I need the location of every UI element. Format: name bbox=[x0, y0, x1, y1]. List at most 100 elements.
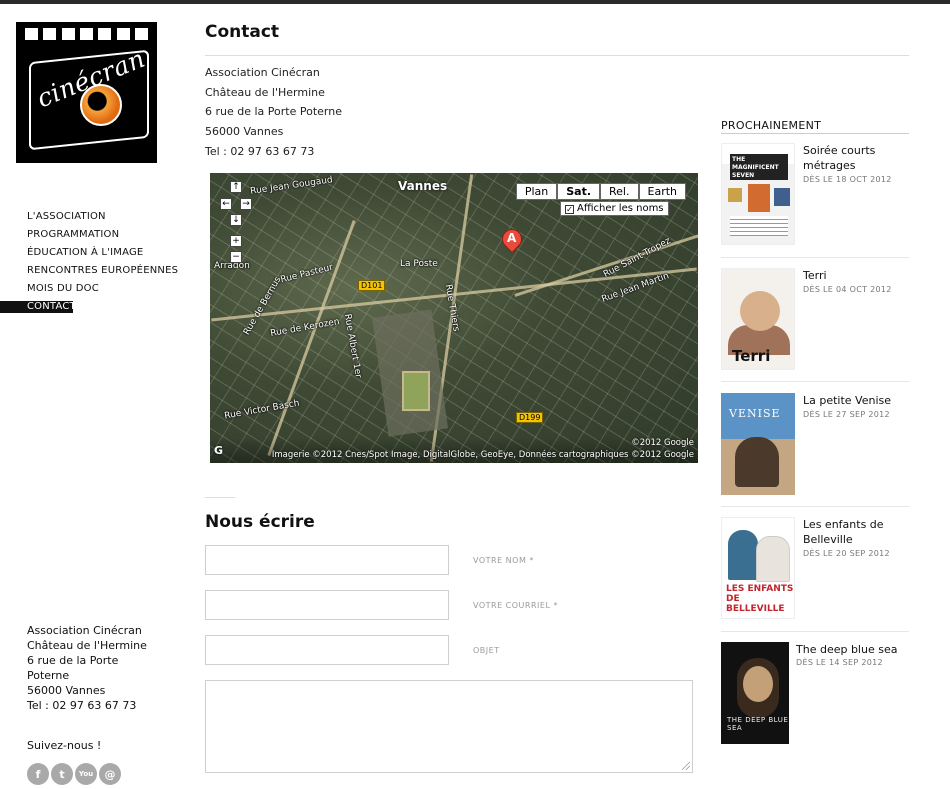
nav-item-programmation[interactable]: PROGRAMMATION bbox=[0, 226, 190, 244]
pan-left-icon[interactable]: ← bbox=[220, 198, 232, 210]
upcoming-divider bbox=[721, 133, 909, 134]
map-street-label: Rue Pasteur bbox=[279, 262, 335, 286]
map-type-selector: Plan Sat. Rel. Earth bbox=[515, 183, 686, 200]
follow-us-label: Suivez-nous ! bbox=[27, 739, 102, 752]
film-date: DÈS LE 20 SEP 2012 bbox=[803, 549, 890, 558]
nav-item-rencontres[interactable]: RENCONTRES EUROPÉENNES bbox=[0, 262, 190, 280]
social-links: f t You @ bbox=[27, 763, 121, 785]
nav-item-mois-du-doc[interactable]: MOIS DU DOC bbox=[0, 280, 190, 298]
sidebar-address-line: Tel : 02 97 63 67 73 bbox=[27, 699, 137, 712]
poster-title: VENISE bbox=[729, 407, 781, 420]
title-divider bbox=[205, 55, 909, 56]
film-poster[interactable]: THE DEEP BLUE SEA bbox=[721, 642, 789, 744]
map-road bbox=[267, 220, 356, 456]
film-date: DÈS LE 14 SEP 2012 bbox=[796, 658, 883, 667]
film-title[interactable]: La petite Venise bbox=[803, 393, 909, 408]
address-line: 6 rue de la Porte Poterne bbox=[205, 105, 342, 119]
film-poster[interactable]: THE MAGNIFICENT SEVEN bbox=[721, 143, 795, 245]
map-type-relief[interactable]: Rel. bbox=[600, 183, 639, 200]
film-poster[interactable]: Terri bbox=[721, 268, 795, 370]
film-strip-holes bbox=[16, 28, 157, 42]
pan-up-icon[interactable]: ↑ bbox=[230, 181, 242, 193]
twitter-icon[interactable]: t bbox=[51, 763, 73, 785]
sidebar-address: Association Cinécran Château de l'Hermin… bbox=[27, 623, 177, 713]
cinecran-logo[interactable]: cinécran bbox=[16, 22, 157, 163]
road-shield: D199 bbox=[516, 412, 544, 423]
zoom-in-icon[interactable]: + bbox=[230, 235, 242, 247]
film-date: DÈS LE 18 OCT 2012 bbox=[803, 175, 892, 184]
page-title: Contact bbox=[205, 22, 280, 42]
email-label: VOTRE COURRIEL * bbox=[473, 601, 558, 610]
message-textarea[interactable] bbox=[205, 680, 693, 773]
contact-address: Association Cinécran Château de l'Hermin… bbox=[205, 63, 342, 162]
poster-title: THE DEEP BLUE SEA bbox=[727, 716, 789, 732]
email-input[interactable] bbox=[205, 590, 449, 620]
sidebar-address-line: 56000 Vannes bbox=[27, 684, 106, 697]
pan-right-icon[interactable]: → bbox=[240, 198, 252, 210]
nav-item-contact[interactable]: CONTACT bbox=[0, 301, 190, 313]
film-separator bbox=[721, 381, 909, 382]
map-attribution-text: Imagerie ©2012 Cnes/Spot Image, DigitalG… bbox=[271, 450, 694, 460]
map-poi-label: La Poste bbox=[400, 259, 438, 269]
address-line: 56000 Vannes bbox=[205, 125, 284, 139]
zoom-out-icon[interactable]: − bbox=[230, 251, 242, 263]
film-date: DÈS LE 27 SEP 2012 bbox=[803, 410, 890, 419]
map-city-label: Vannes bbox=[398, 179, 448, 193]
map-type-earth[interactable]: Earth bbox=[638, 183, 686, 200]
film-title[interactable]: The deep blue sea bbox=[796, 642, 909, 657]
film-date: DÈS LE 04 OCT 2012 bbox=[803, 285, 892, 294]
name-label: VOTRE NOM * bbox=[473, 556, 534, 565]
logo-eye-icon bbox=[80, 84, 122, 126]
address-line: Association Cinécran bbox=[205, 66, 320, 79]
sidebar-address-line: Poterne bbox=[27, 669, 70, 682]
subject-input[interactable] bbox=[205, 635, 449, 665]
satellite-map[interactable]: Vannes Rue Jean Gougaud Rue Pasteur Rue … bbox=[210, 173, 698, 463]
map-type-satellite[interactable]: Sat. bbox=[557, 183, 601, 200]
show-labels-checkbox[interactable]: ✓ Afficher les noms bbox=[560, 201, 669, 216]
resize-grip-icon[interactable] bbox=[682, 762, 690, 770]
marker-letter: A bbox=[507, 231, 517, 245]
map-street-label: Rue Jean Gougaud bbox=[249, 175, 334, 197]
google-logo-icon[interactable]: G bbox=[214, 444, 223, 457]
pan-down-icon[interactable]: ↓ bbox=[230, 214, 242, 226]
map-attribution: ©2012 Google Imagerie ©2012 Cnes/Spot Im… bbox=[210, 437, 698, 463]
address-line: Tel : 02 97 63 67 73 bbox=[205, 144, 315, 158]
road-shield: D101 bbox=[358, 280, 386, 291]
map-type-plan[interactable]: Plan bbox=[515, 183, 558, 200]
poster-title: THE MAGNIFICENT SEVEN bbox=[730, 154, 788, 180]
poster-title: LES ENFANTS DE BELLEVILLE bbox=[726, 584, 794, 614]
top-bar bbox=[0, 0, 950, 4]
section-divider bbox=[205, 497, 235, 498]
youtube-icon[interactable]: You bbox=[75, 763, 97, 785]
map-street-label: Rue Victor Basch bbox=[223, 398, 301, 422]
form-title: Nous écrire bbox=[205, 512, 315, 532]
film-title[interactable]: Les enfants de Belleville bbox=[803, 517, 909, 547]
subject-label: OBJET bbox=[473, 646, 500, 655]
facebook-icon[interactable]: f bbox=[27, 763, 49, 785]
map-copyright: ©2012 Google bbox=[631, 438, 694, 448]
nav-item-association[interactable]: L'ASSOCIATION bbox=[0, 208, 190, 226]
film-separator bbox=[721, 506, 909, 507]
film-separator bbox=[721, 631, 909, 632]
film-poster[interactable]: VENISE bbox=[721, 393, 795, 495]
film-title[interactable]: Terri bbox=[803, 268, 909, 283]
location-marker-icon[interactable]: A bbox=[497, 224, 527, 257]
upcoming-heading: PROCHAINEMENT bbox=[721, 119, 822, 132]
poster-title: Terri bbox=[732, 347, 771, 365]
show-labels-text: Afficher les noms bbox=[577, 203, 664, 214]
film-title[interactable]: Soirée courts métrages bbox=[803, 143, 909, 173]
sidebar-address-line: Château de l'Hermine bbox=[27, 639, 147, 652]
email-icon[interactable]: @ bbox=[99, 763, 121, 785]
name-input[interactable] bbox=[205, 545, 449, 575]
sidebar-address-line: 6 rue de la Porte bbox=[27, 654, 119, 667]
main-nav: L'ASSOCIATION PROGRAMMATION ÉDUCATION À … bbox=[0, 208, 190, 313]
checkbox-check-icon: ✓ bbox=[565, 205, 574, 214]
map-street-label: Rue de Kerozen bbox=[269, 316, 341, 340]
map-street-label: Rue Thiers bbox=[442, 283, 461, 333]
film-separator bbox=[721, 257, 909, 258]
nav-item-education[interactable]: ÉDUCATION À L'IMAGE bbox=[0, 244, 190, 262]
film-poster[interactable]: LES ENFANTS DE BELLEVILLE bbox=[721, 517, 795, 619]
map-street-label: Rue Albert 1er bbox=[341, 313, 364, 379]
address-line: Château de l'Hermine bbox=[205, 85, 325, 99]
map-stadium bbox=[402, 371, 430, 411]
